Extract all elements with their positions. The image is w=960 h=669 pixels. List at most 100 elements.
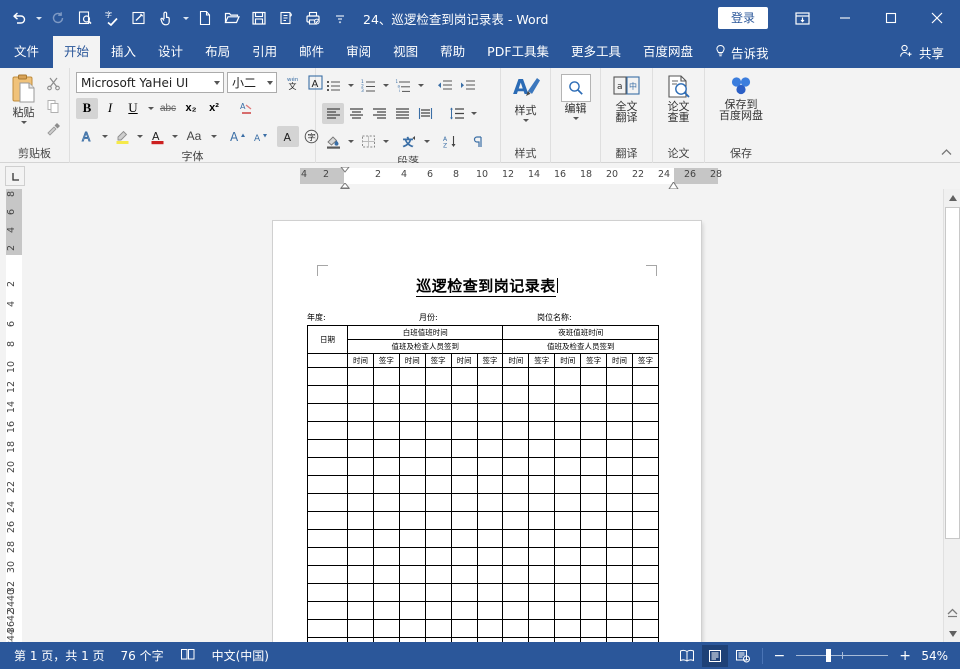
cell-entry[interactable] [580, 439, 608, 458]
cell-entry[interactable] [554, 511, 582, 530]
cell-entry[interactable] [347, 439, 374, 458]
shading-icon[interactable] [322, 131, 344, 152]
table-row[interactable] [307, 493, 660, 512]
web-layout-view-button[interactable] [730, 645, 756, 667]
table-row[interactable] [307, 439, 660, 458]
minimize-button[interactable] [822, 0, 868, 36]
horizontal-ruler-bar[interactable]: 4 2 2 4 6 8 10 12 14 16 18 20 22 24 26 2… [300, 166, 722, 196]
cell-entry[interactable] [606, 547, 633, 566]
cell-entry[interactable] [398, 493, 426, 512]
cell-entry[interactable] [502, 475, 530, 494]
borders-icon[interactable] [357, 131, 379, 152]
change-case-dropdown-icon[interactable] [208, 123, 219, 149]
bullets-dropdown-icon[interactable] [345, 72, 356, 98]
cell-entry[interactable] [424, 421, 452, 440]
cell-entry[interactable] [606, 439, 633, 458]
cell-entry[interactable] [476, 511, 504, 530]
cell-entry[interactable] [631, 475, 660, 494]
format-painter-icon[interactable] [42, 119, 64, 140]
cell-entry[interactable] [631, 511, 660, 530]
styles-button[interactable]: A 样式 [506, 72, 545, 122]
copy-icon[interactable] [42, 96, 64, 117]
cell-entry[interactable] [476, 529, 504, 548]
cell-entry[interactable] [554, 547, 582, 566]
cell-entry[interactable] [554, 421, 582, 440]
cell-entry[interactable] [554, 475, 582, 494]
table-row[interactable] [307, 601, 660, 620]
zoom-in-button[interactable]: + [894, 648, 916, 664]
table-row[interactable] [307, 619, 660, 638]
tab-review[interactable]: 审阅 [335, 36, 382, 68]
tab-references[interactable]: 引用 [241, 36, 288, 68]
change-case-button[interactable]: Aa [181, 126, 207, 147]
scrollbar-thumb[interactable] [945, 207, 960, 539]
cell-entry[interactable] [398, 601, 426, 620]
cell-entry[interactable] [450, 583, 478, 602]
cell-date[interactable] [307, 601, 348, 620]
cell-entry[interactable] [347, 403, 374, 422]
cell-entry[interactable] [580, 583, 608, 602]
word-count[interactable]: 76 个字 [121, 647, 164, 664]
align-center-icon[interactable] [345, 103, 367, 124]
cell-entry[interactable] [631, 421, 660, 440]
cell-entry[interactable] [606, 583, 633, 602]
cell-entry[interactable] [528, 439, 556, 458]
undo-dropdown-icon[interactable] [33, 5, 44, 31]
cell-entry[interactable] [372, 601, 400, 620]
cell-entry[interactable] [347, 421, 374, 440]
styles-dropdown-icon[interactable] [522, 119, 529, 122]
multilevel-list-icon[interactable]: 1ai [392, 75, 414, 96]
cell-entry[interactable] [372, 403, 400, 422]
cell-entry[interactable] [528, 583, 556, 602]
cell-entry[interactable] [580, 601, 608, 620]
grow-font-icon[interactable]: A [226, 126, 248, 147]
collapse-ribbon-icon[interactable] [940, 145, 954, 159]
cell-entry[interactable] [424, 475, 452, 494]
cell-entry[interactable] [554, 457, 582, 476]
cell-entry[interactable] [631, 583, 660, 602]
cell-entry[interactable] [372, 547, 400, 566]
cell-entry[interactable] [424, 403, 452, 422]
tab-design[interactable]: 设计 [147, 36, 194, 68]
tab-stop-selector[interactable] [0, 163, 30, 189]
tab-file[interactable]: 文件 [0, 36, 53, 68]
cell-entry[interactable] [372, 457, 400, 476]
scroll-down-button[interactable] [944, 625, 960, 642]
cell-date[interactable] [307, 511, 348, 530]
cell-date[interactable] [307, 385, 348, 404]
line-spacing-icon[interactable] [445, 103, 467, 124]
cell-entry[interactable] [372, 367, 400, 386]
cell-entry[interactable] [476, 493, 504, 512]
cell-entry[interactable] [347, 385, 374, 404]
cell-entry[interactable] [372, 439, 400, 458]
table-row[interactable] [307, 421, 660, 440]
cell-entry[interactable] [372, 583, 400, 602]
cell-entry[interactable] [606, 421, 633, 440]
cell-entry[interactable] [398, 457, 426, 476]
save-icon[interactable] [246, 5, 272, 31]
cell-entry[interactable] [476, 565, 504, 584]
cell-date[interactable] [307, 439, 348, 458]
subscript-button[interactable]: x₂ [180, 98, 202, 119]
cell-entry[interactable] [606, 475, 633, 494]
font-name-dropdown-icon[interactable] [214, 81, 220, 85]
cell-entry[interactable] [450, 601, 478, 620]
cell-entry[interactable] [528, 367, 556, 386]
cell-entry[interactable] [580, 493, 608, 512]
cell-entry[interactable] [631, 439, 660, 458]
cell-entry[interactable] [606, 511, 633, 530]
cell-entry[interactable] [502, 421, 530, 440]
cell-entry[interactable] [580, 403, 608, 422]
cell-entry[interactable] [398, 565, 426, 584]
cell-entry[interactable] [424, 493, 452, 512]
cell-date[interactable] [307, 565, 348, 584]
document-canvas[interactable]: 巡逻检查到岗记录表 年度: 月份: 岗位名称: 日期 白班值班时间 夜班值班时间 [30, 189, 960, 642]
maximize-restore-button[interactable] [868, 0, 914, 36]
thesis-check-button[interactable]: 论文 查重 [658, 72, 699, 124]
cell-entry[interactable] [347, 583, 374, 602]
table-row[interactable] [307, 547, 660, 566]
cell-entry[interactable] [398, 619, 426, 638]
bold-button[interactable]: B [76, 97, 98, 119]
cell-entry[interactable] [554, 565, 582, 584]
cell-entry[interactable] [528, 529, 556, 548]
